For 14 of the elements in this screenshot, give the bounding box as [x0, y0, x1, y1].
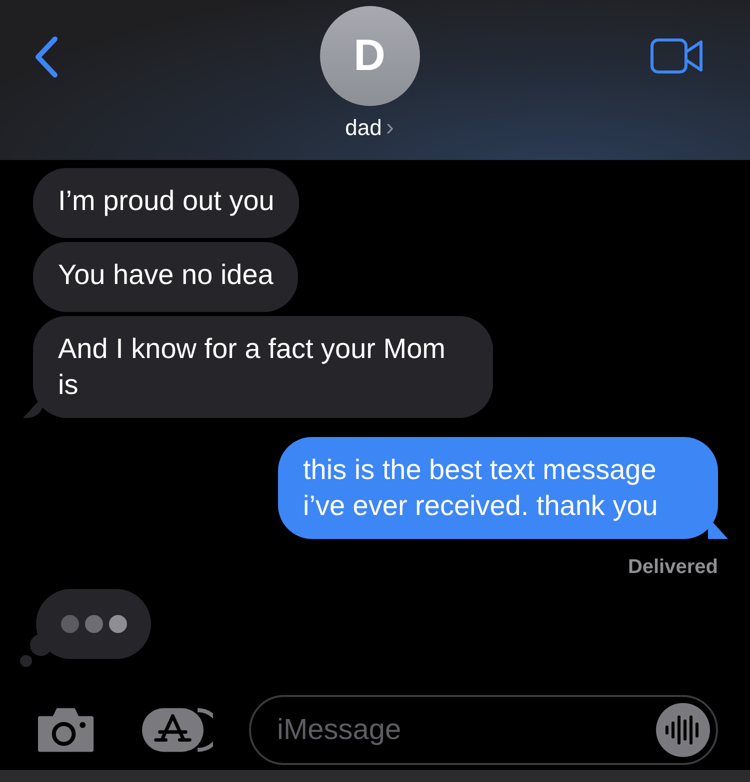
delivery-status: Delivered	[628, 556, 718, 579]
back-icon[interactable]	[33, 35, 59, 79]
camera-icon[interactable]	[36, 706, 96, 754]
message-bubble: this is the best text message i’ve ever received. thank you	[278, 437, 718, 539]
chevron-icon: ›	[386, 114, 394, 142]
message-bubble: I’m proud out you	[33, 168, 300, 238]
message-bubble: You have no idea	[33, 242, 298, 312]
audio-waveform-icon[interactable]	[656, 703, 710, 757]
app-store-icon[interactable]	[140, 706, 213, 754]
video-camera-icon[interactable]	[650, 38, 704, 74]
message-field[interactable]: iMessage	[249, 695, 718, 765]
message-bubble: And I know for a fact your Mom is	[33, 316, 493, 418]
message-input[interactable]: iMessage	[275, 712, 656, 748]
contact-name[interactable]: dad	[345, 115, 382, 141]
